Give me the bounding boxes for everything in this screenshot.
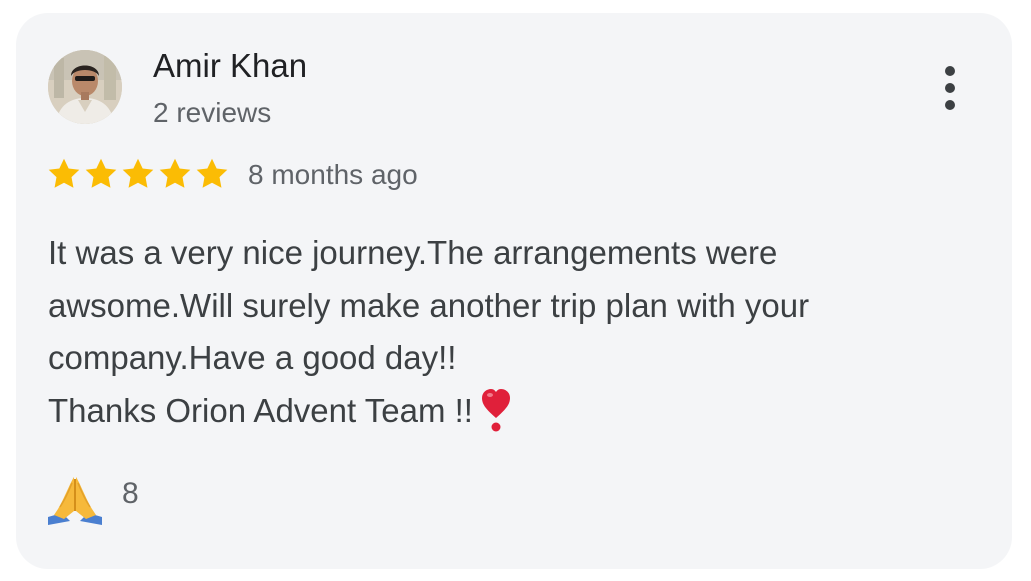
heart-exclamation-icon [481,388,510,431]
star-filled-icon [159,158,191,188]
reviewer-name[interactable]: Amir Khan [153,47,307,85]
star-rating [46,156,231,192]
reviewer-review-count[interactable]: 2 reviews [153,97,271,129]
star-filled-icon [85,158,117,188]
more-dot [945,100,955,110]
more-dot [945,83,955,93]
review-text-line: awsome.Will surely make another trip pla… [48,286,810,324]
review-text-line: company.Have a good day!! [48,339,457,376]
avatar[interactable] [48,50,122,124]
star-filled-icon [122,158,154,188]
star-filled-icon [48,158,80,188]
folded-hands-icon[interactable] [44,475,106,525]
reaction-count: 8 [122,477,139,510]
more-options-icon[interactable] [933,63,967,113]
more-dot [945,66,955,76]
review-text: It was a very nice journey.The arrangeme… [48,227,988,437]
star-filled-icon [196,158,228,188]
review-text-line: It was a very nice journey.The arrangeme… [48,234,778,271]
review-card: Amir Khan 2 reviews 8 months ago It was … [16,13,1012,569]
review-text-line-last: Thanks Orion Advent Team !! [48,385,988,438]
review-time: 8 months ago [248,159,418,190]
avatar-photo [48,50,122,124]
review-text-line: Thanks Orion Advent Team !! [48,391,473,429]
